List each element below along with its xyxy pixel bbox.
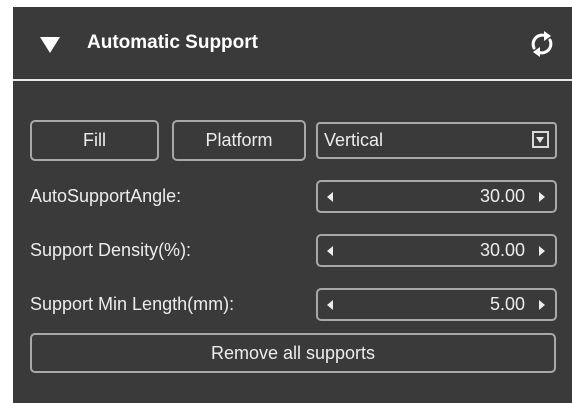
support-min-length-label: Support Min Length(mm): [30, 294, 235, 314]
fill-button[interactable]: Fill [30, 120, 159, 161]
decrement-arrow-icon[interactable] [327, 192, 333, 202]
remove-all-supports-button[interactable]: Remove all supports [30, 333, 556, 373]
fill-button-label: Fill [83, 130, 106, 150]
auto-support-angle-value[interactable]: 30.00 [480, 182, 525, 211]
orientation-dropdown[interactable]: Vertical [316, 122, 557, 159]
collapse-arrow-icon[interactable] [40, 37, 60, 53]
auto-support-angle-spinbox[interactable]: 30.00 [316, 180, 557, 213]
support-density-label: Support Density(%): [30, 240, 192, 260]
automatic-support-panel: Automatic Support Fill Platform Vertical… [13, 7, 572, 403]
increment-arrow-icon[interactable] [539, 192, 545, 202]
increment-arrow-icon[interactable] [539, 246, 545, 256]
platform-button-label: Platform [205, 130, 273, 150]
decrement-arrow-icon[interactable] [327, 300, 333, 310]
support-min-length-spinbox[interactable]: 5.00 [316, 288, 557, 321]
panel-header[interactable]: Automatic Support [13, 7, 572, 79]
remove-all-supports-label: Remove all supports [210, 343, 376, 363]
refresh-icon[interactable] [528, 30, 556, 58]
panel-title: Automatic Support [87, 32, 258, 53]
auto-support-angle-label: AutoSupportAngle: [30, 186, 182, 206]
increment-arrow-icon[interactable] [539, 300, 545, 310]
dropdown-arrow-icon[interactable] [532, 131, 549, 148]
support-density-spinbox[interactable]: 30.00 [316, 234, 557, 267]
decrement-arrow-icon[interactable] [327, 246, 333, 256]
orientation-selected: Vertical [324, 130, 384, 150]
platform-button[interactable]: Platform [172, 120, 306, 161]
support-density-value[interactable]: 30.00 [480, 236, 525, 265]
support-min-length-value[interactable]: 5.00 [490, 290, 525, 319]
header-divider [13, 79, 572, 81]
